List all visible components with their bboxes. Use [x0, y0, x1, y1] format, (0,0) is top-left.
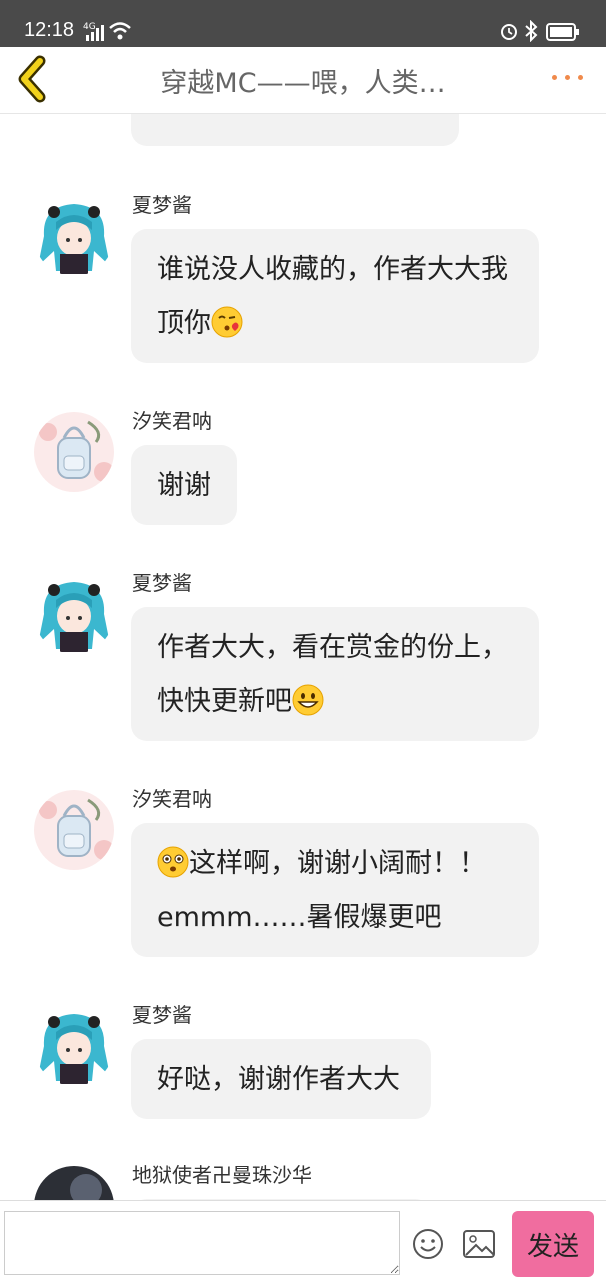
avatar[interactable] — [34, 196, 114, 276]
sender-name: 地狱使者卍曼珠沙华 — [132, 1163, 312, 1187]
anime-girl-avatar-icon — [34, 196, 114, 276]
message-bubble: 谁说没人收藏的，作者大大我顶你 — [131, 229, 539, 363]
sender-name: 汐笑君呐 — [132, 787, 212, 811]
back-chevron-icon — [18, 55, 46, 103]
message-bubble-partial — [131, 114, 459, 146]
message-text: 作者大大，看在赏金的份上，快快更新吧 — [157, 632, 508, 717]
more-dots-icon — [552, 75, 557, 80]
message-bubble: 好哒，谢谢作者大大 — [131, 1039, 431, 1119]
send-button[interactable]: 发送 — [512, 1211, 594, 1277]
avatar[interactable] — [34, 1006, 114, 1086]
message-list[interactable]: 夏梦酱 谁说没人收藏的，作者大大我顶你 汐笑君呐 谢谢 夏梦酱 作者大大，看在赏… — [0, 114, 606, 1200]
status-time: 12:18 — [24, 19, 75, 41]
flushed-emoji — [157, 846, 189, 878]
input-bar: 发送 — [0, 1200, 606, 1281]
dark-avatar-icon — [34, 1166, 114, 1200]
anime-girl-avatar-icon — [34, 574, 114, 654]
more-options-button[interactable] — [552, 75, 588, 85]
sender-name: 夏梦酱 — [132, 1003, 192, 1027]
chat-title: 穿越MC——喂，人类… — [160, 68, 446, 99]
back-button[interactable] — [14, 55, 54, 103]
avatar[interactable] — [34, 574, 114, 654]
alarm-icon — [501, 24, 517, 40]
backpack-avatar-icon — [34, 790, 114, 870]
message-bubble: 作者大大，看在赏金的份上，快快更新吧 — [131, 607, 539, 741]
message-text: 谁说没人收藏的，作者大大我顶你 — [157, 254, 508, 339]
sender-name: 汐笑君呐 — [132, 409, 212, 433]
message-bubble: 这样啊，谢谢小阔耐！！emmm……暑假爆更吧 — [131, 823, 539, 957]
kissing-heart-emoji — [211, 306, 243, 338]
emoji-icon[interactable] — [412, 1228, 444, 1260]
message-text: 好哒，谢谢作者大大 — [157, 1064, 400, 1095]
message-input[interactable] — [4, 1211, 400, 1275]
bluetooth-icon — [525, 20, 538, 42]
battery-icon — [546, 23, 579, 41]
wifi-icon — [109, 22, 131, 40]
anime-girl-avatar-icon — [34, 1006, 114, 1086]
sender-name: 夏梦酱 — [132, 193, 192, 217]
message-bubble: 谢谢 — [131, 445, 237, 525]
avatar[interactable] — [34, 1166, 114, 1200]
sender-name: 夏梦酱 — [132, 571, 192, 595]
image-icon[interactable] — [462, 1229, 496, 1259]
chat-header: 穿越MC——喂，人类… — [0, 47, 606, 114]
message-text: 谢谢 — [157, 470, 211, 501]
avatar[interactable] — [34, 412, 114, 492]
backpack-avatar-icon — [34, 412, 114, 492]
message-text: 这样啊，谢谢小阔耐！！emmm……暑假爆更吧 — [157, 848, 486, 933]
avatar[interactable] — [34, 790, 114, 870]
signal-icon — [86, 25, 104, 41]
avatar-partial — [58, 114, 88, 118]
grinning-emoji — [292, 684, 324, 716]
